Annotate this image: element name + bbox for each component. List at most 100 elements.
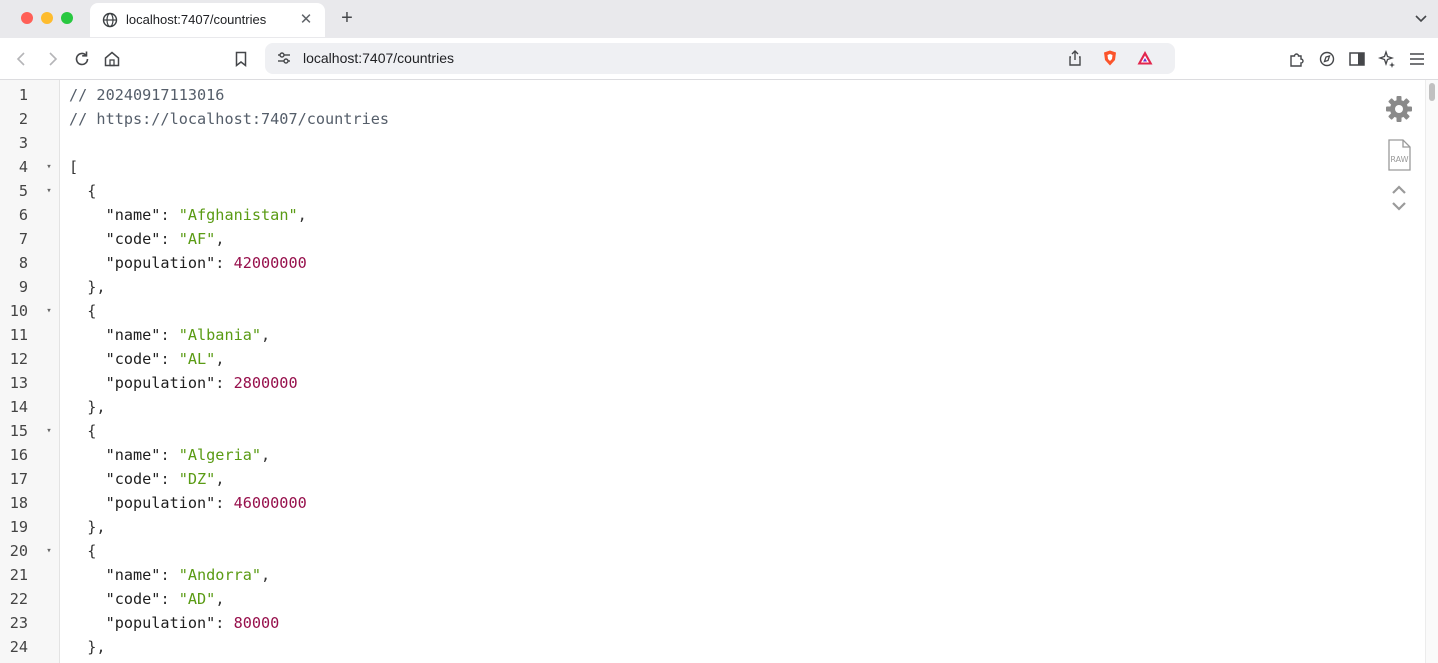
address-bar[interactable]: localhost:7407/countries bbox=[265, 43, 1175, 74]
json-key: "name" bbox=[105, 326, 161, 344]
sparkle-icon[interactable] bbox=[1377, 49, 1397, 69]
close-window-button[interactable] bbox=[21, 12, 33, 24]
json-punctuation: , bbox=[215, 470, 225, 488]
code-text: { bbox=[69, 299, 96, 323]
home-icon[interactable] bbox=[102, 49, 122, 69]
tab-list-chevron-icon[interactable] bbox=[1412, 9, 1430, 27]
code-line: 1 // 20240917113016 bbox=[0, 83, 1370, 107]
json-key: "population" bbox=[105, 374, 216, 392]
reload-icon[interactable] bbox=[72, 49, 92, 69]
menu-icon[interactable] bbox=[1407, 49, 1427, 69]
json-number-value: 42000000 bbox=[233, 254, 307, 272]
line-number: 13 bbox=[9, 374, 28, 392]
json-punctuation: }, bbox=[87, 278, 106, 296]
json-number-value: 80000 bbox=[233, 614, 280, 632]
fold-toggle-icon[interactable]: ▾ bbox=[44, 299, 54, 323]
json-key: "code" bbox=[105, 230, 161, 248]
json-key: "code" bbox=[105, 590, 161, 608]
browser-tab[interactable]: localhost:7407/countries ✕ bbox=[90, 3, 325, 37]
leo-ai-icon[interactable] bbox=[1317, 49, 1337, 69]
code-line: 10 ▾ { bbox=[0, 299, 1370, 323]
comment-text: // 20240917113016 bbox=[69, 86, 225, 104]
json-key: "name" bbox=[105, 566, 161, 584]
code-line: 7 "code": "AF", bbox=[0, 227, 1370, 251]
json-punctuation: , bbox=[261, 446, 271, 464]
close-tab-icon[interactable]: ✕ bbox=[297, 11, 315, 29]
line-number: 19 bbox=[9, 518, 28, 536]
code-line: 8 "population": 42000000 bbox=[0, 251, 1370, 275]
url-text[interactable]: localhost:7407/countries bbox=[303, 50, 454, 66]
code-line: 13 "population": 2800000 bbox=[0, 371, 1370, 395]
tab-strip: localhost:7407/countries ✕ + bbox=[0, 0, 1438, 38]
json-punctuation: , bbox=[215, 230, 225, 248]
site-settings-icon[interactable] bbox=[275, 49, 293, 67]
code-line: 11 "name": "Albania", bbox=[0, 323, 1370, 347]
json-string-value: "DZ" bbox=[178, 470, 216, 488]
fold-toggle-icon[interactable]: ▾ bbox=[44, 179, 54, 203]
code-text: "code": "DZ", bbox=[69, 467, 225, 491]
brave-rewards-icon[interactable] bbox=[1136, 49, 1154, 67]
json-punctuation: : bbox=[160, 350, 179, 368]
code-text: { bbox=[69, 539, 96, 563]
fold-toggle-icon[interactable]: ▾ bbox=[44, 539, 54, 563]
code-text: "code": "AF", bbox=[69, 227, 225, 251]
extensions-icon[interactable] bbox=[1287, 49, 1307, 69]
zoom-window-button[interactable] bbox=[61, 12, 73, 24]
browser-toolbar: localhost:7407/countries bbox=[0, 38, 1438, 80]
line-number: 11 bbox=[9, 326, 28, 344]
json-punctuation: : bbox=[215, 254, 234, 272]
vertical-scrollbar[interactable] bbox=[1425, 80, 1438, 663]
json-punctuation: [ bbox=[69, 158, 79, 176]
json-key: "population" bbox=[105, 614, 216, 632]
sidebar-toggle-icon[interactable] bbox=[1347, 49, 1367, 69]
chevron-up-icon[interactable] bbox=[1384, 180, 1414, 198]
back-icon[interactable] bbox=[12, 49, 32, 69]
scrollbar-thumb[interactable] bbox=[1429, 83, 1435, 101]
code-text: "code": "AD", bbox=[69, 587, 225, 611]
code-text: "name": "Albania", bbox=[69, 323, 271, 347]
json-punctuation: { bbox=[87, 302, 97, 320]
comment-text: // https://localhost:7407/countries bbox=[69, 110, 390, 128]
chevron-down-icon[interactable] bbox=[1384, 198, 1414, 216]
json-punctuation: : bbox=[160, 326, 179, 344]
bookmark-icon[interactable] bbox=[231, 49, 251, 69]
line-number: 1 bbox=[18, 86, 28, 104]
gear-icon[interactable] bbox=[1384, 94, 1414, 124]
json-punctuation: , bbox=[297, 206, 307, 224]
code-line: 17 "code": "DZ", bbox=[0, 467, 1370, 491]
json-key: "name" bbox=[105, 206, 161, 224]
forward-icon[interactable] bbox=[42, 49, 62, 69]
share-icon[interactable] bbox=[1066, 49, 1084, 67]
code-line: 2 // https://localhost:7407/countries bbox=[0, 107, 1370, 131]
minimize-window-button[interactable] bbox=[41, 12, 53, 24]
code-line: 6 "name": "Afghanistan", bbox=[0, 203, 1370, 227]
line-number: 14 bbox=[9, 398, 28, 416]
code-text: [ bbox=[69, 155, 78, 179]
json-key: "population" bbox=[105, 494, 216, 512]
brave-shields-icon[interactable] bbox=[1101, 49, 1119, 67]
code-text: "name": "Andorra", bbox=[69, 563, 271, 587]
json-punctuation: , bbox=[261, 566, 271, 584]
code-line: 4 ▾ [ bbox=[0, 155, 1370, 179]
code-text: { bbox=[69, 179, 96, 203]
line-number: 17 bbox=[9, 470, 28, 488]
line-number: 22 bbox=[9, 590, 28, 608]
code-text: }, bbox=[69, 395, 105, 419]
json-punctuation: : bbox=[160, 566, 179, 584]
fold-toggle-icon[interactable]: ▾ bbox=[44, 419, 54, 443]
json-viewer: 1 // 20240917113016 2 // https://localhost:… bbox=[0, 80, 1438, 663]
json-punctuation: , bbox=[215, 350, 225, 368]
code-text: { bbox=[69, 419, 96, 443]
fold-toggle-icon[interactable]: ▾ bbox=[44, 155, 54, 179]
json-string-value: "AF" bbox=[178, 230, 216, 248]
code-text: "population": 42000000 bbox=[69, 251, 307, 275]
json-number-value: 2800000 bbox=[233, 374, 298, 392]
json-punctuation: { bbox=[87, 542, 97, 560]
raw-icon[interactable]: RAW bbox=[1384, 138, 1414, 171]
code-line: 19}, bbox=[0, 515, 1370, 539]
code-text: "name": "Algeria", bbox=[69, 443, 271, 467]
json-string-value: "Albania" bbox=[178, 326, 262, 344]
json-number-value: 46000000 bbox=[233, 494, 307, 512]
new-tab-button[interactable]: + bbox=[336, 7, 358, 29]
code-text: "population": 2800000 bbox=[69, 371, 298, 395]
